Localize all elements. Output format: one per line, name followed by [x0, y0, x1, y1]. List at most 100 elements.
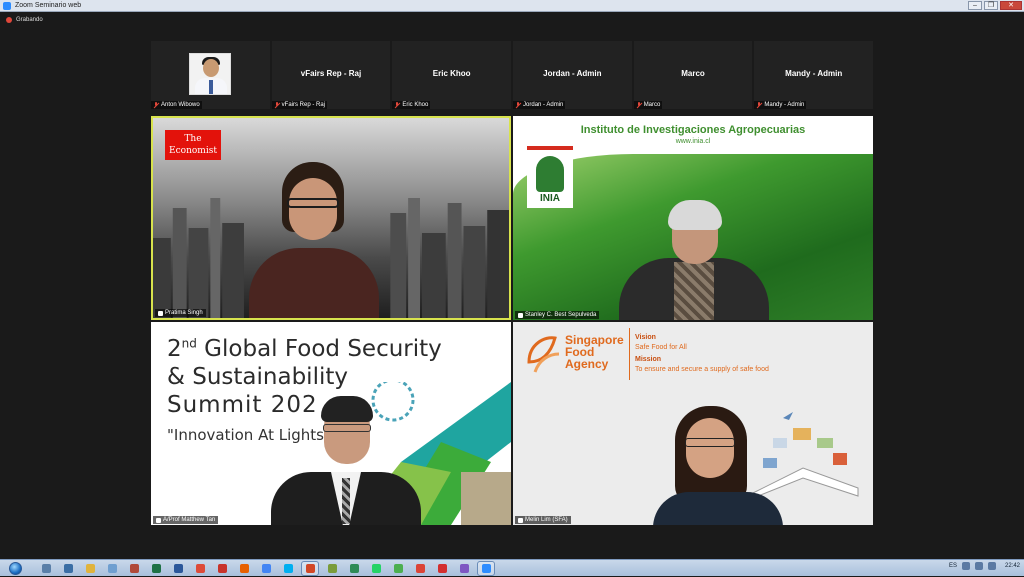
participant-footer: Mandy - Admin	[754, 101, 807, 109]
sfa-brand-name: Singapore Food Agency	[565, 333, 624, 371]
participant-strip: Anton Wibowo vFairs Rep - Raj vFairs Rep…	[151, 41, 874, 109]
inia-banner-url: www.inia.cl	[675, 138, 711, 145]
window-title: Zoom Seminario web	[15, 2, 82, 9]
participant-footer: Marco	[633, 101, 663, 109]
participant-tile[interactable]: Anton Wibowo	[151, 41, 270, 109]
participant-name: Mandy - Admin	[764, 102, 805, 108]
participant-tile[interactable]: Eric Khoo Eric Khoo	[392, 41, 512, 109]
close-button[interactable]: ✕	[1000, 1, 1022, 10]
mic-muted-icon	[636, 102, 642, 108]
mic-muted-icon	[756, 102, 762, 108]
word-icon[interactable]	[170, 562, 186, 575]
zoom-icon[interactable]	[477, 560, 495, 576]
powerpoint-icon[interactable]	[301, 560, 319, 576]
pin-icon	[156, 517, 161, 523]
mission-label: Mission	[635, 356, 662, 363]
skype-icon[interactable]	[280, 562, 296, 575]
video-grid: The Economist Pratima Singh Instituto de…	[151, 116, 873, 525]
video-participant-name: Pratima Singh	[165, 310, 203, 316]
chrome-icon[interactable]	[192, 562, 208, 575]
network-icon[interactable]	[961, 562, 970, 570]
mic-muted-icon	[153, 102, 159, 108]
economist-logo: The Economist	[165, 130, 221, 160]
language-indicator[interactable]: ES	[949, 563, 957, 569]
volume-icon[interactable]	[974, 562, 983, 570]
restore-button[interactable]: ❐	[984, 1, 998, 10]
video-active-speaker[interactable]: The Economist Pratima Singh	[151, 116, 511, 320]
video-name-tag: Stanley C. Best Sepulveda	[515, 311, 600, 319]
record-icon	[6, 17, 12, 23]
pin-icon	[158, 310, 163, 316]
video-name-tag: A/Prof Matthew Tan	[153, 516, 219, 524]
pin-icon	[518, 312, 523, 318]
participant-footer: vFairs Rep - Raj	[271, 101, 328, 109]
globe-icon[interactable]	[346, 562, 362, 575]
inia-logo: INIA	[527, 146, 573, 208]
participant-name: Marco	[643, 102, 661, 108]
vision-label: Vision	[635, 334, 656, 341]
participant-footer: Anton Wibowo	[151, 101, 202, 109]
participant-tile[interactable]: Marco Marco	[633, 41, 753, 109]
participant-name: Eric Khoo	[402, 102, 429, 108]
participant-name: vFairs Rep - Raj	[281, 102, 326, 108]
taskbar-icons	[38, 560, 495, 576]
speaker-person	[653, 406, 783, 525]
firefox-icon[interactable]	[236, 562, 252, 575]
green-icon[interactable]	[390, 562, 406, 575]
explorer-icon[interactable]	[38, 562, 54, 575]
participant-display-name: Marco	[681, 69, 705, 78]
participant-display-name: vFairs Rep - Raj	[300, 69, 362, 78]
plus-icon[interactable]	[434, 562, 450, 575]
video-tile[interactable]: Instituto de Investigaciones Agropecuari…	[513, 116, 873, 320]
excel-icon[interactable]	[148, 562, 164, 575]
flag-icon[interactable]	[987, 562, 996, 570]
recording-indicator[interactable]: Grabando	[6, 17, 43, 23]
video-tile[interactable]: Singapore Food Agency Vision Safe Food f…	[513, 322, 873, 525]
participant-footer: Eric Khoo	[392, 101, 431, 109]
windows-logo-icon	[8, 561, 22, 575]
zoom-app-icon	[3, 1, 11, 10]
inia-banner-title: Instituto de Investigaciones Agropecuari…	[580, 124, 806, 136]
files-icon[interactable]	[104, 562, 120, 575]
recording-label: Grabando	[16, 17, 43, 23]
participant-display-name: Jordan - Admin	[543, 69, 602, 78]
system-tray: ES 22:42	[949, 562, 1020, 570]
participant-name: Jordan - Admin	[523, 102, 564, 108]
video-tile[interactable]: 2nd Global Food Security & Sustainabilit…	[151, 322, 511, 525]
windows-taskbar: ES 22:42	[0, 559, 1024, 576]
whatsapp-icon[interactable]	[368, 562, 384, 575]
media-icon[interactable]	[60, 562, 76, 575]
speaker-person	[619, 200, 769, 320]
translate-icon[interactable]	[258, 562, 274, 575]
paint-icon[interactable]	[456, 562, 472, 575]
speaker-person	[271, 396, 421, 525]
video-name-tag: Pratima Singh	[155, 309, 206, 317]
mission-text: To ensure and secure a supply of safe fo…	[635, 366, 769, 373]
participant-display-name: Eric Khoo	[432, 69, 471, 78]
participant-tile[interactable]: vFairs Rep - Raj vFairs Rep - Raj	[271, 41, 391, 109]
minimize-button[interactable]: –	[968, 1, 982, 10]
leaf-icon	[536, 156, 564, 192]
app-icon[interactable]	[126, 562, 142, 575]
sfa-logo-icon	[527, 336, 560, 373]
red-app-icon[interactable]	[214, 562, 230, 575]
vision-text: Safe Food for All	[635, 344, 687, 351]
video-participant-name: Melin Lim (SFA)	[525, 517, 568, 523]
mic-muted-icon	[515, 102, 521, 108]
pen-icon[interactable]	[324, 562, 340, 575]
participant-name: Anton Wibowo	[161, 102, 200, 108]
speaker-person	[249, 162, 379, 318]
window-titlebar[interactable]: Zoom Seminario web – ❐ ✕	[0, 0, 1024, 12]
notes-icon[interactable]	[82, 562, 98, 575]
participant-tile[interactable]: Mandy - Admin Mandy - Admin	[754, 41, 874, 109]
participant-footer: Jordan - Admin	[513, 101, 566, 109]
participant-tile[interactable]: Jordan - Admin Jordan - Admin	[513, 41, 632, 109]
chrome2-icon[interactable]	[412, 562, 428, 575]
clock[interactable]: 22:42	[1005, 563, 1020, 569]
divider	[629, 328, 630, 380]
avatar	[189, 53, 231, 95]
summit-title-line1: 2nd Global Food Security	[167, 336, 442, 362]
video-name-tag: Melin Lim (SFA)	[515, 516, 571, 524]
window-controls: – ❐ ✕	[968, 1, 1022, 10]
start-button[interactable]	[0, 560, 30, 577]
